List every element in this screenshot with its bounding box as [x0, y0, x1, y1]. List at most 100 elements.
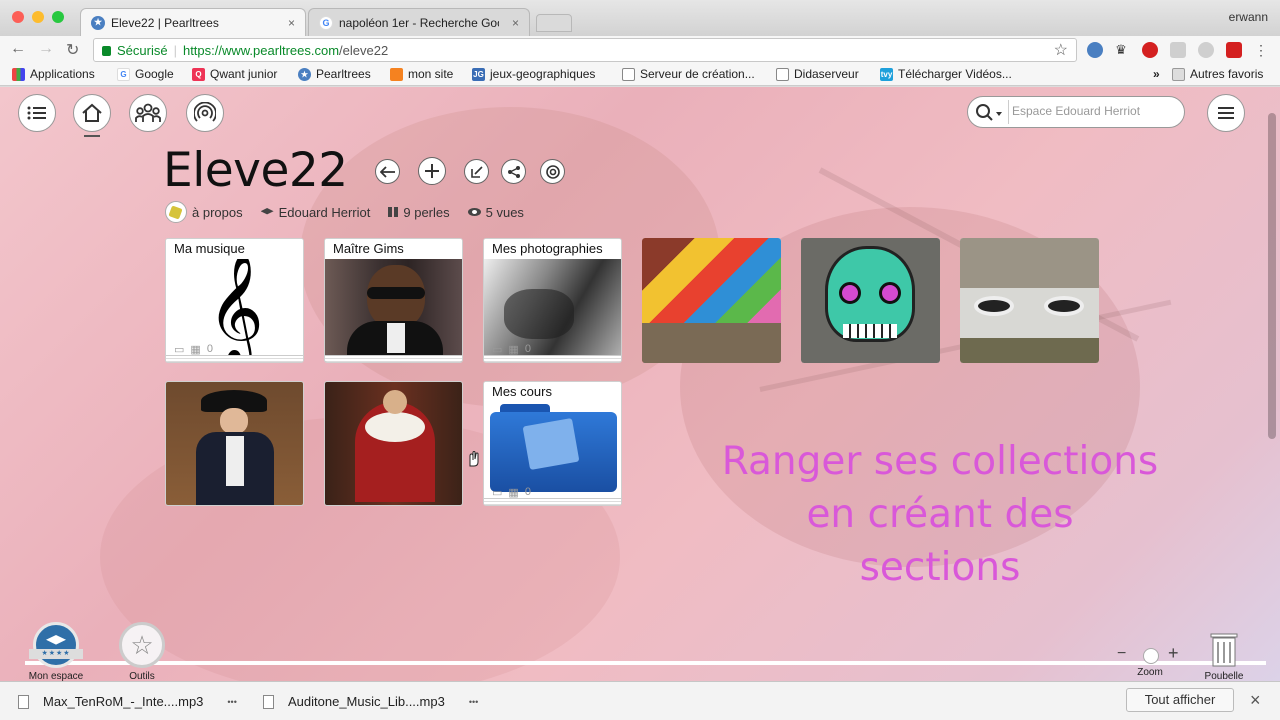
google-favicon-icon: G — [319, 15, 333, 30]
card-counter: ▭ ▦ 0 — [492, 486, 531, 499]
extension-icon[interactable] — [1198, 42, 1214, 58]
close-tab-icon[interactable]: × — [512, 16, 519, 30]
zoom-out-icon[interactable]: − — [1117, 645, 1126, 663]
pearl-street-art-kiss[interactable] — [642, 238, 781, 363]
pearl-napoleon-coronation[interactable] — [324, 381, 463, 506]
file-icon — [18, 694, 29, 709]
back-arrow-icon[interactable]: ← — [10, 40, 26, 58]
card-photo — [325, 259, 462, 362]
card-count: 0 — [524, 343, 531, 355]
download-options-icon[interactable]: ••• — [227, 697, 236, 707]
card-count: 0 — [524, 486, 531, 498]
star-icon: ☆ — [119, 622, 165, 668]
zoom-slider-handle[interactable] — [1143, 648, 1159, 664]
download-item[interactable]: Max_TenRoM_-_Inte....mp3 ••• — [18, 694, 237, 709]
collection-card-mes-photographies[interactable]: Mes photographies ▭ ▦ 0 — [483, 238, 622, 363]
bookmark-other[interactable]: Autres favoris — [1172, 67, 1263, 81]
bookmark-label: Télécharger Vidéos... — [898, 67, 1012, 81]
page-scrollbar[interactable] — [1268, 113, 1276, 439]
youtube-extension-icon[interactable] — [1226, 42, 1242, 58]
add-button[interactable] — [418, 157, 446, 185]
owner-label: Edouard Herriot — [278, 204, 371, 220]
about-link[interactable]: à propos — [165, 201, 243, 223]
maximize-window-button[interactable] — [52, 11, 64, 23]
bookmarks-overflow-icon[interactable]: » — [1153, 67, 1160, 81]
bookmark-didaserveur[interactable]: Didaserveur — [776, 67, 859, 81]
show-all-downloads-button[interactable]: Tout afficher — [1126, 688, 1234, 712]
card-counter: ▭ ▦ 0 — [492, 343, 531, 356]
broadcast-icon — [194, 102, 216, 122]
card-stack-edge — [484, 355, 621, 362]
address-bar[interactable]: Sécurisé | https://www.pearltrees.com/el… — [93, 38, 1077, 62]
collection-card-mes-cours[interactable]: Mes cours ▭ ▦ 0 — [483, 381, 622, 506]
forward-arrow-icon[interactable]: → — [38, 40, 54, 58]
pearltrees-extension-icon[interactable] — [1087, 42, 1103, 58]
target-icon — [545, 164, 560, 179]
pearl-street-art-skull[interactable] — [801, 238, 940, 363]
bookmark-qwant[interactable]: Q Qwant junior — [192, 67, 277, 81]
minimize-window-button[interactable] — [32, 11, 44, 23]
card-title: Mes cours — [484, 382, 621, 402]
bookmark-serveur[interactable]: Serveur de création... — [622, 67, 755, 81]
collection-card-maitre-gims[interactable]: Maître Gims — [324, 238, 463, 363]
bookmark-label: Applications — [30, 67, 95, 81]
bookmark-jeux-geographiques[interactable]: JG jeux-geographiques — [472, 67, 595, 81]
collection-meta: à propos Edouard Herriot 9 perles 5 vues — [165, 201, 542, 223]
tab-pearltrees[interactable]: ★ Eleve22 | Pearltrees × — [80, 8, 306, 36]
footer-bar — [25, 661, 1266, 665]
close-window-button[interactable] — [12, 11, 24, 23]
caption-line: Ranger ses collections — [721, 439, 1159, 484]
adblock-extension-icon[interactable] — [1142, 42, 1158, 58]
owner-link[interactable]: Edouard Herriot — [260, 204, 371, 220]
bookmark-pearltrees[interactable]: ★ Pearltrees — [298, 67, 371, 81]
trash-button[interactable]: Poubelle — [1200, 630, 1248, 681]
outils-button[interactable]: ☆ Outils — [116, 622, 168, 681]
chrome-menu-icon[interactable]: ⋮ — [1254, 42, 1270, 58]
card-stack-edge — [484, 498, 621, 505]
bookmark-label: mon site — [408, 67, 454, 81]
bookmark-mon-site[interactable]: mon site — [390, 67, 453, 81]
crown-extension-icon[interactable]: ♛ — [1113, 42, 1129, 58]
edit-button[interactable] — [464, 159, 489, 184]
search-icon[interactable] — [975, 103, 1005, 123]
bookmark-telecharger[interactable]: tvy Télécharger Vidéos... — [880, 67, 1012, 81]
card-count: 0 — [206, 343, 213, 355]
new-tab-button[interactable] — [536, 14, 572, 32]
bookmark-label: Didaserveur — [794, 67, 859, 81]
collection-card-ma-musique[interactable]: Ma musique 𝄞 ▭ ▦ 0 — [165, 238, 304, 363]
download-item[interactable]: Auditone_Music_Lib....mp3 ••• — [263, 694, 478, 709]
views-count: 5 vues — [467, 205, 524, 220]
folder-icon — [1172, 67, 1185, 81]
pearl-napoleon-portrait[interactable] — [165, 381, 304, 506]
mon-espace-button[interactable]: ★★★★ Mon espace — [24, 622, 88, 681]
team-button[interactable] — [129, 94, 167, 132]
bookmark-label: jeux-geographiques — [490, 67, 596, 81]
plus-icon — [425, 164, 439, 178]
cast-extension-icon[interactable] — [1170, 42, 1186, 58]
bookmark-applications[interactable]: Applications — [12, 67, 95, 81]
share-button[interactable] — [501, 159, 526, 184]
home-icon — [82, 103, 102, 122]
close-tab-icon[interactable]: × — [288, 16, 295, 30]
options-menu-button[interactable] — [1207, 94, 1245, 132]
menu-list-button[interactable] — [18, 94, 56, 132]
url-path: /eleve22 — [339, 42, 389, 58]
close-downloads-icon[interactable]: × — [1250, 690, 1261, 711]
mon-espace-label: Mon espace — [28, 671, 84, 681]
zoom-in-icon[interactable]: + — [1168, 643, 1179, 664]
activity-button[interactable] — [186, 94, 224, 132]
reload-icon[interactable]: ↻ — [66, 40, 79, 60]
download-options-icon[interactable]: ••• — [469, 697, 478, 707]
target-button[interactable] — [540, 159, 565, 184]
pearltrees-page: Espace Edouard Herriot Eleve22 à propos … — [0, 87, 1280, 681]
profile-name[interactable]: erwann — [1229, 10, 1268, 24]
pearl-street-art-eyes[interactable] — [960, 238, 1099, 363]
pearl-stack-icon: ▭ — [174, 344, 185, 356]
card-photo — [642, 238, 781, 363]
bookmark-star-icon[interactable]: ☆ — [1054, 40, 1068, 60]
bookmark-google[interactable]: G Google — [117, 67, 174, 81]
back-button[interactable] — [375, 159, 400, 184]
tab-google-search[interactable]: G napoléon 1er - Recherche Goog × — [308, 8, 530, 36]
home-button[interactable] — [73, 94, 111, 132]
card-title: Mes photographies — [484, 239, 621, 259]
